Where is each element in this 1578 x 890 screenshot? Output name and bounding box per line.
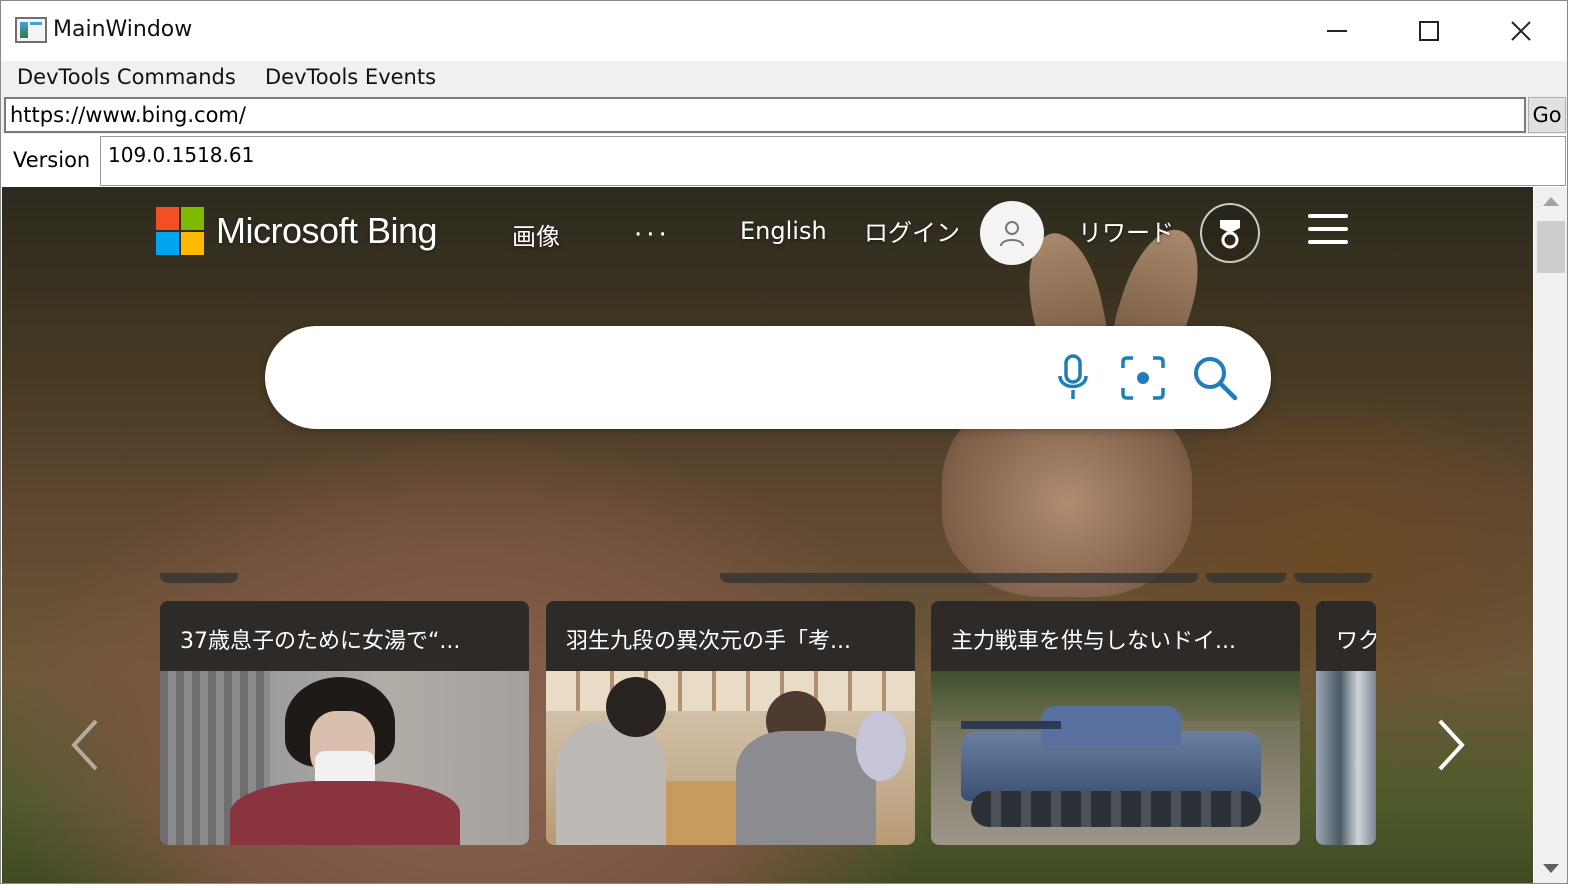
news-card-image bbox=[931, 671, 1300, 845]
news-card[interactable]: 主力戦車を供与しないドイ... bbox=[931, 601, 1300, 845]
news-card-title: 羽生九段の異次元の手「考... bbox=[546, 601, 915, 671]
news-card[interactable]: ワク bbox=[1316, 601, 1376, 845]
search-box[interactable] bbox=[265, 326, 1271, 429]
hamburger-menu-icon[interactable] bbox=[1308, 214, 1348, 244]
news-card[interactable]: 37歳息子のために女湯で“... bbox=[160, 601, 529, 845]
news-card-image bbox=[546, 671, 915, 845]
minimize-icon bbox=[1327, 30, 1347, 32]
nav-more[interactable]: ··· bbox=[634, 220, 671, 250]
news-card-title: 主力戦車を供与しないドイ... bbox=[931, 601, 1300, 671]
version-row: Version 109.0.1518.61 bbox=[1, 134, 1567, 187]
rewards-button[interactable] bbox=[1200, 203, 1260, 263]
news-card[interactable]: 羽生九段の異次元の手「考... bbox=[546, 601, 915, 845]
news-card-title: 37歳息子のために女湯で“... bbox=[160, 601, 529, 671]
webview[interactable]: Microsoft Bing 画像 ··· English ログイン リワード bbox=[2, 187, 1533, 883]
maximize-icon bbox=[1419, 21, 1439, 41]
news-card-image bbox=[1316, 671, 1376, 845]
scroll-up-icon[interactable] bbox=[1543, 197, 1559, 206]
news-card-image bbox=[160, 671, 529, 845]
address-bar-row: Go bbox=[1, 96, 1567, 134]
url-input[interactable] bbox=[4, 97, 1526, 133]
carousel-indicator[interactable] bbox=[720, 573, 1198, 583]
visual-search-icon[interactable] bbox=[1117, 352, 1169, 404]
menu-devtools-events[interactable]: DevTools Events bbox=[265, 65, 436, 89]
minimize-button[interactable] bbox=[1291, 1, 1383, 61]
microphone-icon[interactable] bbox=[1047, 352, 1099, 404]
version-label: Version bbox=[13, 148, 91, 172]
microsoft-logo-icon bbox=[156, 207, 204, 255]
vertical-scrollbar[interactable] bbox=[1534, 187, 1567, 883]
bing-logo[interactable]: Microsoft Bing bbox=[156, 207, 438, 255]
maximize-button[interactable] bbox=[1383, 1, 1475, 61]
search-icon[interactable] bbox=[1189, 352, 1241, 404]
carousel-indicator[interactable] bbox=[1206, 573, 1286, 583]
title-bar: MainWindow bbox=[1, 1, 1567, 61]
close-button[interactable] bbox=[1475, 1, 1567, 61]
go-button[interactable]: Go bbox=[1528, 97, 1566, 133]
brand-name: Microsoft Bing bbox=[216, 210, 438, 251]
version-value: 109.0.1518.61 bbox=[100, 136, 1566, 186]
app-icon bbox=[15, 17, 47, 43]
carousel-prev-icon[interactable] bbox=[66, 715, 106, 775]
window-title: MainWindow bbox=[53, 17, 193, 42]
main-window: MainWindow DevTools Commands DevTools Ev… bbox=[0, 0, 1568, 884]
carousel-indicator[interactable] bbox=[160, 573, 238, 583]
nav-language[interactable]: English bbox=[740, 217, 827, 245]
user-icon bbox=[1000, 221, 1024, 247]
scroll-down-icon[interactable] bbox=[1543, 864, 1559, 873]
rewards-medal-icon bbox=[1220, 220, 1240, 249]
close-icon bbox=[1511, 21, 1531, 41]
avatar[interactable] bbox=[980, 201, 1044, 265]
nav-login[interactable]: ログイン bbox=[864, 213, 960, 248]
menu-devtools-commands[interactable]: DevTools Commands bbox=[17, 65, 236, 89]
menu-bar: DevTools Commands DevTools Events bbox=[1, 61, 1567, 96]
carousel-indicator[interactable] bbox=[1294, 573, 1372, 583]
nav-images[interactable]: 画像 bbox=[512, 217, 560, 252]
news-card-title: ワク bbox=[1316, 601, 1376, 671]
carousel-next-icon[interactable] bbox=[1430, 715, 1470, 775]
scroll-thumb[interactable] bbox=[1537, 221, 1565, 273]
nav-rewards[interactable]: リワード bbox=[1078, 213, 1174, 248]
